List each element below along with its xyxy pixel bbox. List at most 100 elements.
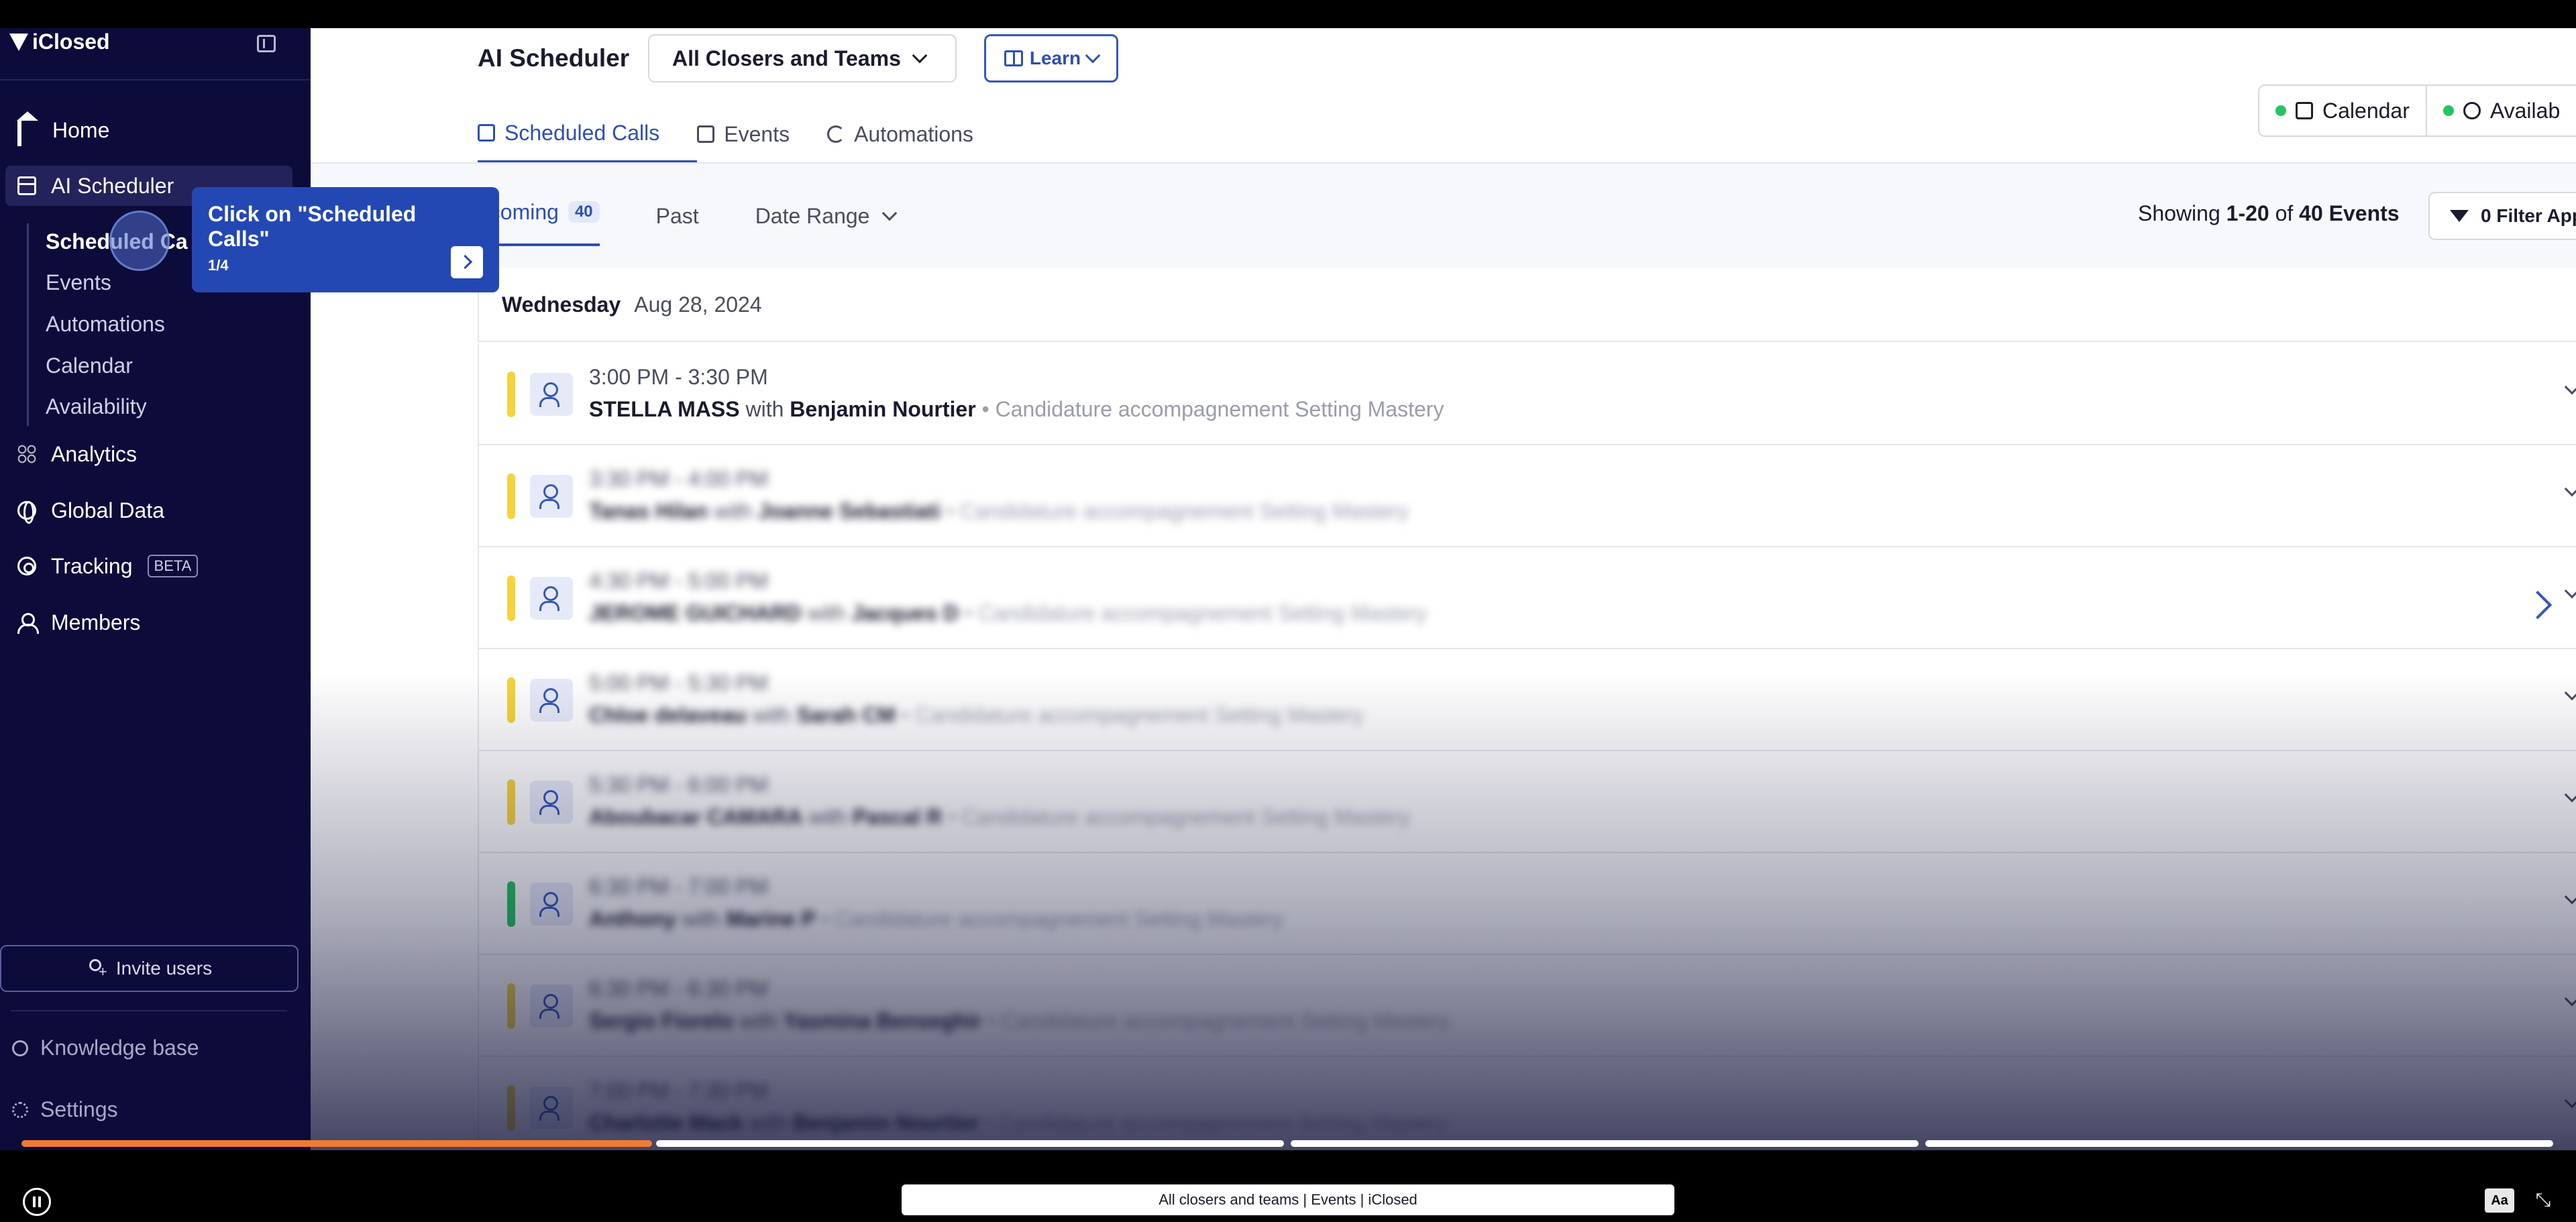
call-participants: Aboubacar CAMARA with Pascal R • Candida…	[589, 805, 1410, 830]
sidebar-item-analytics[interactable]: Analytics	[0, 434, 295, 474]
scheduled-calls-list: 3:00 PM - 3:30 PM STELLA MASS with Benjam…	[478, 343, 2576, 1150]
text-size-button[interactable]: Aa	[2485, 1188, 2514, 1213]
expand-row-button[interactable]	[2564, 685, 2576, 702]
expand-row-button[interactable]	[2564, 787, 2576, 803]
closer-name: Sarah CM	[796, 703, 896, 727]
expand-row-button[interactable]	[2564, 991, 2576, 1007]
submenu-item-automations[interactable]: Automations	[46, 312, 165, 337]
view-calendar-button[interactable]: Calendar	[2259, 86, 2426, 135]
home-icon	[17, 120, 21, 146]
status-dot	[2275, 105, 2286, 116]
closer-name: Marine P	[726, 907, 816, 931]
invite-users-button[interactable]: Invite users	[0, 945, 299, 992]
clock-icon	[2463, 102, 2481, 119]
sidebar-item-tracking[interactable]: Tracking BETA	[0, 546, 295, 586]
call-participants: STELLA MASS with Benjamin Nourtier • Can…	[589, 397, 1444, 422]
tab-label: Events	[724, 121, 790, 146]
sidebar-item-label: Tracking	[51, 553, 133, 578]
progress-segment-1[interactable]	[21, 1140, 652, 1147]
expand-row-button[interactable]	[2564, 583, 2576, 600]
tab-events[interactable]: Events	[697, 105, 827, 163]
chevron-down-icon	[2564, 991, 2576, 1007]
filter-button[interactable]: 0 Filter App	[2428, 192, 2576, 240]
table-row[interactable]: 6:30 PM - 6:30 PM Sergio Fiorelo with Yas…	[479, 955, 2576, 1057]
invite-users-label: Invite users	[115, 958, 213, 979]
showing-of: of	[2275, 201, 2294, 225]
date-range-label: Date Range	[755, 203, 870, 228]
table-row[interactable]: 3:30 PM - 4:00 PM Tanas Hilan with Joanne…	[479, 445, 2576, 547]
chevron-down-icon	[2564, 583, 2576, 599]
table-row[interactable]: 5:00 PM - 5:30 PM Chloe delaveau with Sar…	[479, 649, 2576, 751]
sidebar-item-members[interactable]: Members	[0, 602, 295, 643]
lead-name: Anthony	[589, 907, 676, 931]
event-name: • Candidature accompagnement Setting Mas…	[981, 397, 1444, 421]
call-participants: Charlotte Mack with Benjamin Nourtier • …	[589, 1111, 1447, 1135]
status-bar	[507, 575, 515, 621]
call-time: 3:00 PM - 3:30 PM	[589, 365, 768, 389]
expand-row-button[interactable]	[2564, 379, 2576, 396]
expand-row-button[interactable]	[2564, 1093, 2576, 1109]
progress-segment-4[interactable]	[1925, 1140, 2553, 1147]
table-row[interactable]: 3:00 PM - 3:30 PM STELLA MASS with Benjam…	[479, 343, 2576, 445]
lead-name: Sergio Fiorelo	[589, 1009, 734, 1033]
lead-name: Aboubacar CAMARA	[589, 805, 803, 829]
lead-name: Charlotte Mack	[589, 1111, 743, 1135]
globe-icon	[17, 501, 36, 524]
expand-row-button[interactable]	[2564, 481, 2576, 498]
avatar	[530, 475, 573, 518]
filter-icon	[2450, 210, 2469, 222]
closer-name: Jacques D	[851, 601, 959, 625]
day-date: Aug 28, 2024	[634, 292, 762, 317]
table-row[interactable]: 6:30 PM - 7:00 PM Anthony with Marine P •…	[479, 853, 2576, 955]
tab-automations[interactable]: Automations	[827, 105, 1011, 163]
settings-link[interactable]: Settings	[12, 1097, 118, 1122]
submenu-item-calendar[interactable]: Calendar	[46, 353, 133, 378]
table-row[interactable]: 7:00 PM - 7:30 PM Charlotte Mack with Ben…	[479, 1057, 2576, 1150]
chevron-down-icon	[2564, 1093, 2576, 1109]
submenu-item-availability[interactable]: Availability	[46, 394, 147, 419]
tour-spotlight[interactable]	[109, 211, 170, 271]
page-title: AI Scheduler	[478, 44, 630, 72]
call-time: 6:30 PM - 6:30 PM	[589, 977, 768, 1001]
sidebar-item-global-data[interactable]: Global Data	[0, 490, 295, 531]
chevron-down-icon	[882, 205, 898, 221]
time-subtabs: pcoming 40 Past Date Range	[478, 164, 898, 268]
subtab-past[interactable]: Past	[656, 204, 699, 229]
add-user-icon	[87, 959, 107, 981]
showing-total: 40 Events	[2299, 201, 2400, 225]
call-time: 7:00 PM - 7:30 PM	[589, 1078, 768, 1103]
status-bar	[507, 1085, 515, 1131]
view-availability-button[interactable]: Availab	[2425, 86, 2576, 135]
table-row[interactable]: 4:30 PM - 5:00 PM JEROME GUICHARD with Ja…	[479, 547, 2576, 649]
closers-select-value: All Closers and Teams	[672, 46, 901, 70]
progress-segment-2[interactable]	[656, 1140, 1284, 1147]
tour-next-button[interactable]	[451, 246, 483, 278]
chevron-down-icon	[2564, 889, 2576, 905]
pause-button[interactable]	[23, 1188, 51, 1216]
learn-button[interactable]: Learn	[984, 34, 1118, 82]
brand-logo[interactable]: iClosed	[9, 30, 110, 54]
lead-name: JEROME GUICHARD	[589, 601, 802, 625]
exit-fullscreen-icon[interactable]: ⤡	[2533, 1190, 2553, 1210]
event-name: • Candidature accompagnement Setting Mas…	[985, 1111, 1448, 1135]
top-black-bar	[0, 0, 2576, 28]
brand-name: iClosed	[32, 30, 110, 54]
sidebar-footer-divider	[11, 1010, 287, 1011]
date-range-select[interactable]: Date Range	[755, 203, 898, 229]
progress-segment-3[interactable]	[1291, 1140, 1919, 1147]
call-time: 5:30 PM - 6:00 PM	[589, 773, 768, 797]
table-row[interactable]: 5:30 PM - 6:00 PM Aboubacar CAMARA with P…	[479, 751, 2576, 853]
tab-scheduled-calls[interactable]: Scheduled Calls	[478, 105, 698, 163]
closers-teams-select[interactable]: All Closers and Teams	[648, 34, 957, 82]
expand-row-button[interactable]	[2564, 889, 2576, 905]
submenu-item-events[interactable]: Events	[46, 270, 111, 295]
knowledge-base-link[interactable]: Knowledge base	[12, 1036, 199, 1060]
calendar-icon	[478, 124, 495, 142]
call-participants: Chloe delaveau with Sarah CM • Candidatu…	[589, 703, 1364, 728]
status-dot	[2443, 105, 2454, 116]
sidebar-item-home[interactable]: Home	[0, 110, 295, 150]
sidebar-collapse-icon[interactable]	[257, 35, 276, 52]
avatar	[530, 883, 573, 926]
submenu-guide-line	[27, 223, 29, 426]
sidebar-divider	[0, 79, 311, 80]
